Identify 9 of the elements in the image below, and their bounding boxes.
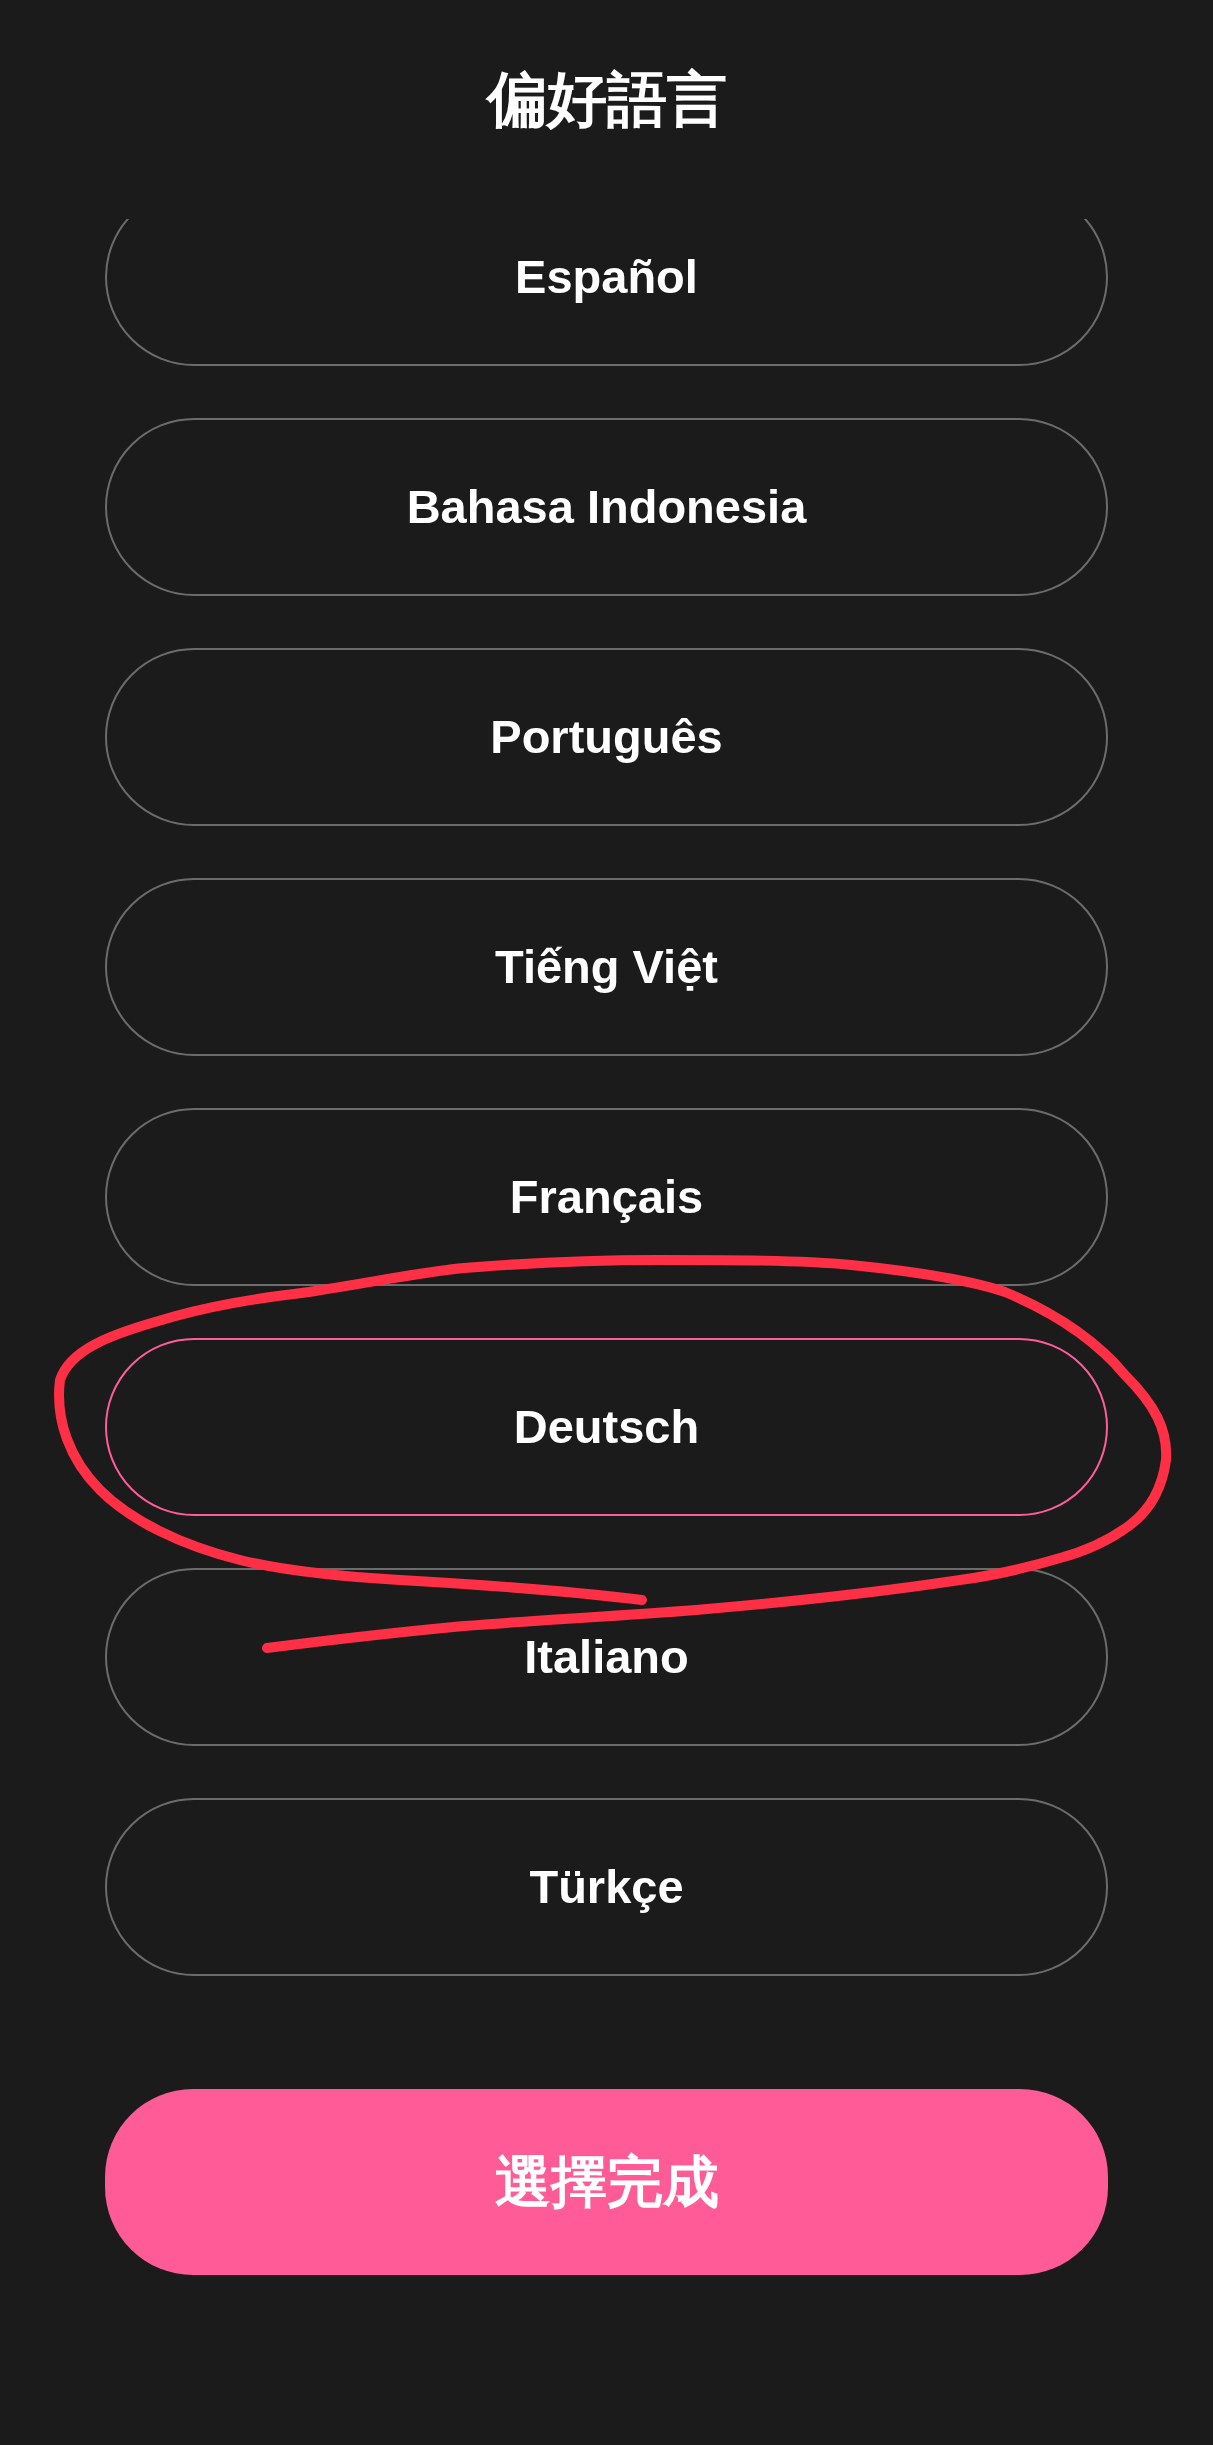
language-option[interactable]: Français — [105, 1108, 1108, 1286]
language-option[interactable]: Türkçe — [105, 1798, 1108, 1976]
language-option[interactable]: Bahasa Indonesia — [105, 418, 1108, 596]
page-title: 偏好語言 — [486, 65, 727, 135]
language-option[interactable]: Tiếng Việt — [105, 878, 1108, 1056]
language-option[interactable]: Português — [105, 648, 1108, 826]
language-option[interactable]: Español — [105, 219, 1108, 366]
language-option[interactable]: Italiano — [105, 1568, 1108, 1746]
language-option[interactable]: Deutsch — [105, 1338, 1108, 1516]
